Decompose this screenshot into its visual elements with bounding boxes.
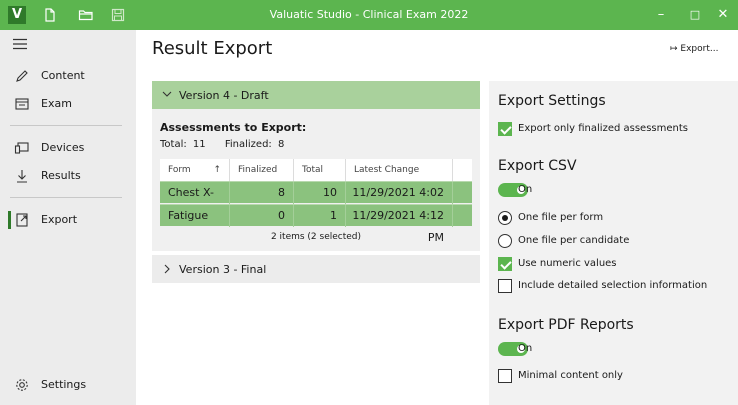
export-only-finalized-checkbox[interactable] <box>498 122 512 136</box>
gear-icon <box>14 377 30 393</box>
export-pdf-title: Export PDF Reports <box>498 317 634 333</box>
export-csv-title: Export CSV <box>498 158 577 174</box>
sidebar-item-label: Settings <box>41 378 87 391</box>
cell-form: Chest X-Ray <box>160 182 230 221</box>
table-header: Form ↑ Finalized Total Latest Change <box>160 159 472 181</box>
table-footer-count: 2 items (2 selected) <box>270 232 362 242</box>
cell-form: Fatigue <box>160 205 230 227</box>
cell-finalized: 8 <box>230 182 294 204</box>
column-header-total[interactable]: Total <box>294 159 346 181</box>
total-label: Total: <box>160 139 187 150</box>
pencil-icon <box>14 68 30 84</box>
sidebar-item-label: Results <box>41 169 81 182</box>
sidebar-item-label: Devices <box>41 141 85 154</box>
cell-finalized: 0 <box>230 205 294 227</box>
page-title: Result Export <box>152 38 273 59</box>
devices-icon <box>14 140 30 156</box>
sidebar-item-export[interactable]: Export <box>0 208 136 232</box>
cell-latest-change: 11/29/2021 4:02 PM <box>346 182 453 221</box>
sidebar-item-exam[interactable]: Exam <box>0 92 136 116</box>
assessments-to-export-title: Assessments to Export: <box>160 121 307 134</box>
pdf-toggle-label: On <box>518 343 533 354</box>
assessment-stats: Total: 11 Finalized: 8 <box>160 139 287 150</box>
maximize-button[interactable]: □ <box>684 4 706 26</box>
include-detailed-label: Include detailed selection information <box>518 280 708 291</box>
sidebar-divider <box>10 197 122 198</box>
sidebar-item-content[interactable]: Content <box>0 64 136 88</box>
finalized-value: 8 <box>277 139 285 150</box>
chevron-right-icon <box>162 264 172 274</box>
column-header-form[interactable]: Form ↑ <box>160 159 230 181</box>
table-row[interactable]: Fatigue 0 1 11/29/2021 4:12 PM <box>160 204 472 244</box>
version-4-label: Version 4 - Draft <box>179 89 269 102</box>
cell-total: 1 <box>294 205 346 227</box>
version-3-header[interactable]: Version 3 - Final <box>152 255 480 283</box>
export-settings-panel: Export Settings Export only finalized as… <box>489 81 738 405</box>
minimize-button[interactable]: – <box>650 4 672 26</box>
one-file-per-candidate-label: One file per candidate <box>518 235 630 246</box>
sidebar-item-label: Content <box>41 69 85 82</box>
version-3-label: Version 3 - Final <box>179 263 267 276</box>
total-value: 11 <box>192 139 206 150</box>
table-row[interactable]: Chest X-Ray 8 10 11/29/2021 4:02 PM <box>160 181 472 221</box>
one-file-per-candidate-radio[interactable] <box>498 234 512 248</box>
cell-latest-change: 11/29/2021 4:12 PM <box>346 205 453 244</box>
export-settings-title: Export Settings <box>498 93 606 109</box>
sidebar-item-settings[interactable]: Settings <box>0 373 136 397</box>
version-4-body: Assessments to Export: Total: 11 Finaliz… <box>152 109 480 251</box>
finalized-label: Finalized: <box>224 139 272 150</box>
sidebar-item-label: Exam <box>41 97 72 110</box>
export-icon <box>14 212 30 228</box>
version-4-header[interactable]: Version 4 - Draft <box>152 81 480 109</box>
chevron-down-icon <box>162 89 172 99</box>
title-bar: V Valuatic Studio - Clinical Exam 2022 –… <box>0 0 738 30</box>
csv-toggle-label: On <box>518 184 533 195</box>
active-indicator <box>8 211 11 229</box>
column-header-finalized[interactable]: Finalized <box>230 159 294 181</box>
close-button[interactable]: ✕ <box>712 4 734 26</box>
sidebar-divider <box>10 125 122 126</box>
sidebar-item-label: Export <box>41 213 78 226</box>
minimal-content-label: Minimal content only <box>518 370 623 381</box>
sidebar: Content Exam Devices Results Export Sett… <box>0 30 136 405</box>
hamburger-menu-icon[interactable] <box>12 38 28 50</box>
use-numeric-values-checkbox[interactable] <box>498 257 512 271</box>
minimal-content-checkbox[interactable] <box>498 369 512 383</box>
window-title: Valuatic Studio - Clinical Exam 2022 <box>269 8 469 21</box>
sidebar-item-results[interactable]: Results <box>0 164 136 188</box>
sidebar-item-devices[interactable]: Devices <box>0 136 136 160</box>
one-file-per-form-label: One file per form <box>518 212 604 223</box>
exam-icon <box>14 96 30 112</box>
download-icon <box>14 168 30 184</box>
use-numeric-values-label: Use numeric values <box>518 258 617 269</box>
export-only-finalized-label: Export only finalized assessments <box>518 123 688 134</box>
export-button[interactable]: ↦ Export... <box>670 44 718 54</box>
sort-ascending-icon: ↑ <box>213 165 221 175</box>
include-detailed-checkbox[interactable] <box>498 279 512 293</box>
cell-total: 10 <box>294 182 346 204</box>
one-file-per-form-radio[interactable] <box>498 211 512 225</box>
column-header-latest-change[interactable]: Latest Change <box>346 159 453 181</box>
